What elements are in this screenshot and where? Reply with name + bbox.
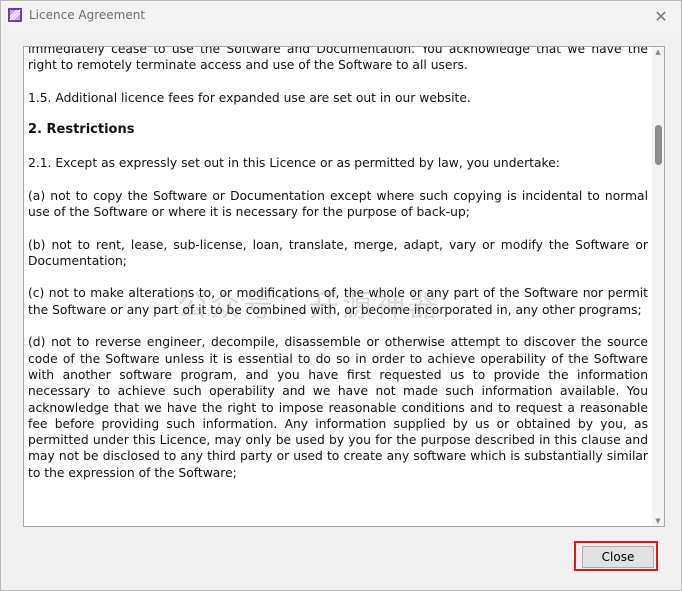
licence-text-box[interactable]: immediately cease to use the Software an… xyxy=(23,46,665,527)
licence-text-area: immediately cease to use the Software an… xyxy=(24,47,651,526)
vertical-scrollbar[interactable]: ▲ ▼ xyxy=(652,47,664,526)
licence-paragraph: 1.5. Additional licence fees for expande… xyxy=(28,90,471,105)
close-window-icon[interactable]: ✕ xyxy=(641,1,681,31)
window-title: Licence Agreement xyxy=(29,8,146,22)
licence-paragraph: (c) not to make alterations to, or modif… xyxy=(28,286,648,317)
licence-paragraph: 2.1. Except as expressly set out in this… xyxy=(28,156,560,171)
app-icon xyxy=(8,8,22,22)
licence-paragraph: immediately cease to use the Software an… xyxy=(28,47,648,73)
scroll-up-arrow-icon[interactable]: ▲ xyxy=(654,48,662,56)
licence-dialog: Licence Agreement ✕ immediately cease to… xyxy=(0,0,682,591)
licence-text: immediately cease to use the Software an… xyxy=(28,47,648,497)
title-bar[interactable]: Licence Agreement ✕ xyxy=(1,1,681,31)
scroll-down-arrow-icon[interactable]: ▼ xyxy=(654,517,662,525)
close-button[interactable]: Close xyxy=(582,546,654,568)
section-heading: 2. Restrictions xyxy=(28,122,135,138)
licence-paragraph: (d) not to reverse engineer, decompile, … xyxy=(28,335,648,480)
licence-paragraph: (b) not to rent, lease, sub-license, loa… xyxy=(28,237,648,268)
scrollbar-thumb[interactable] xyxy=(655,125,662,165)
licence-paragraph: (a) not to copy the Software or Document… xyxy=(28,188,648,219)
